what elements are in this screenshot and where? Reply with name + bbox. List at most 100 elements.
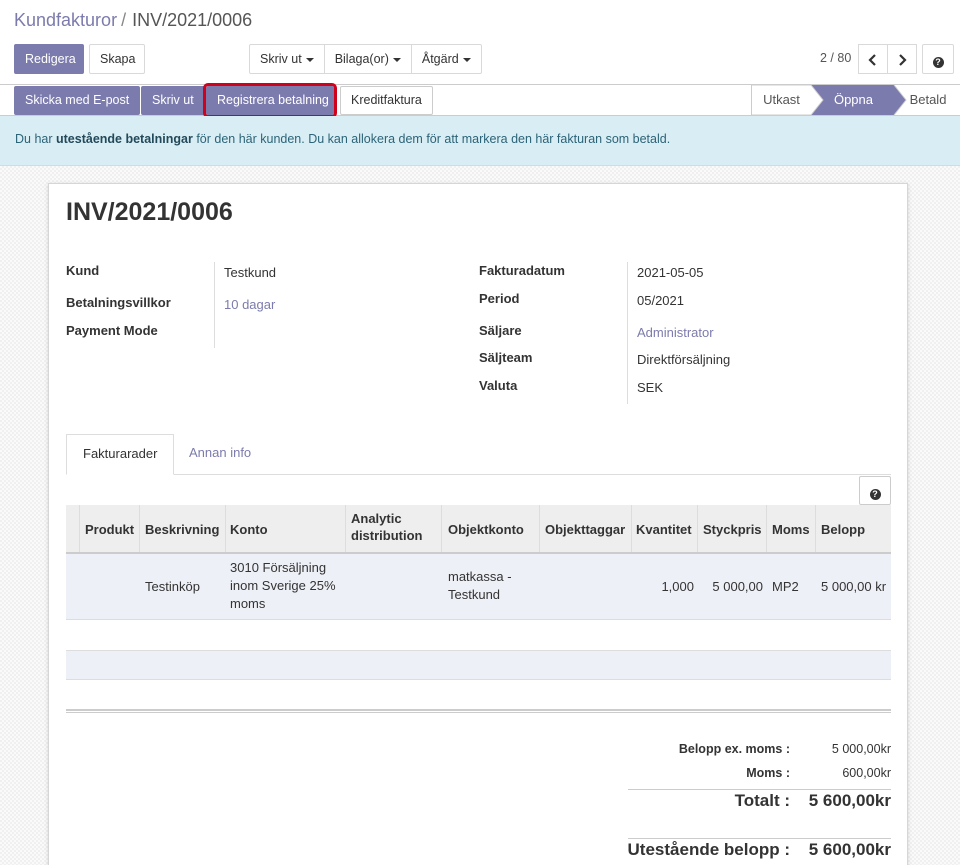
- totals-divider: [628, 838, 891, 839]
- column-separator: [441, 505, 442, 552]
- column-tax[interactable]: Moms: [772, 521, 810, 538]
- attachments-menu-button[interactable]: Bilaga(or): [323, 44, 412, 74]
- question-icon: ?: [869, 489, 881, 500]
- column-separator: [631, 505, 632, 552]
- column-separator: [815, 505, 816, 552]
- salesperson-value[interactable]: Administrator: [637, 325, 714, 340]
- lines-table-header: Produkt Beskrivning Konto Analytic distr…: [66, 505, 891, 554]
- column-amount[interactable]: Belopp: [821, 521, 865, 538]
- period-label: Period: [479, 291, 520, 306]
- edit-button[interactable]: Redigera: [14, 44, 84, 74]
- credit-note-button[interactable]: Kreditfaktura: [340, 86, 433, 115]
- pager-next-button[interactable]: [887, 44, 917, 74]
- column-quantity[interactable]: Kvantitet: [636, 521, 692, 538]
- customer-label: Kund: [66, 263, 100, 278]
- column-separator: [139, 505, 140, 552]
- breadcrumb-parent-link[interactable]: Kundfakturor: [14, 10, 117, 30]
- currency-value[interactable]: SEK: [637, 380, 663, 395]
- invoice-date-value[interactable]: 2021-05-05: [637, 265, 704, 280]
- column-unit-price[interactable]: Styckpris: [703, 521, 762, 538]
- total-value: 5 600,00kr: [808, 791, 891, 810]
- cell-tax: MP2: [772, 579, 799, 594]
- invoice-sheet: INV/2021/0006 Kund Testkund Betalningsvi…: [48, 183, 908, 865]
- caret-down-icon: [305, 57, 314, 62]
- table-empty-row: [66, 650, 891, 680]
- print-button[interactable]: Skriv ut: [141, 86, 205, 115]
- cell-quantity: 1,000: [661, 579, 694, 594]
- breadcrumb-current: INV/2021/0006: [132, 10, 253, 30]
- alert-bold: utestående betalningar: [56, 132, 193, 146]
- column-description[interactable]: Beskrivning: [145, 521, 219, 538]
- cell-unit-price: 5 000,00: [712, 579, 763, 594]
- payment-terms-label: Betalningsvillkor: [66, 295, 171, 310]
- tax-total-label: Moms :: [746, 766, 790, 780]
- amount-due-value: 5 600,00kr: [808, 840, 891, 859]
- table-help-button[interactable]: ?: [859, 476, 891, 505]
- totals-divider: [628, 789, 891, 790]
- column-separator: [345, 505, 346, 552]
- amount-due-label: Utestående belopp :: [627, 840, 790, 859]
- payment-terms-value[interactable]: 10 dagar: [224, 297, 275, 312]
- column-separator: [79, 505, 80, 552]
- table-footer: [66, 709, 891, 713]
- column-object-tags[interactable]: Objekttaggar: [545, 521, 625, 538]
- help-button[interactable]: ?: [922, 44, 954, 74]
- subtotal-label: Belopp ex. moms :: [678, 742, 790, 756]
- breadcrumb: Kundfakturor / INV/2021/0006: [14, 10, 252, 31]
- sales-team-label: Säljteam: [479, 350, 533, 365]
- tab-other-info[interactable]: Annan info: [173, 434, 267, 475]
- column-analytic-distribution[interactable]: Analytic distribution: [351, 510, 441, 544]
- alert-suffix: för den här kunden. Du kan allokera dem …: [192, 132, 671, 146]
- statusbar: Skicka med E-post Skriv ut Registrera be…: [0, 83, 960, 118]
- action-menu-label: Åtgärd: [421, 52, 459, 66]
- payment-mode-label: Payment Mode: [66, 323, 158, 338]
- print-menu-label: Skriv ut: [260, 52, 302, 66]
- column-product[interactable]: Produkt: [85, 521, 134, 538]
- print-menu-button[interactable]: Skriv ut: [249, 44, 325, 74]
- chevron-right-icon: [899, 54, 907, 67]
- breadcrumb-separator: /: [121, 10, 127, 30]
- register-payment-button[interactable]: Registrera betalning: [203, 83, 337, 118]
- invoice-title: INV/2021/0006: [66, 198, 233, 226]
- customer-value[interactable]: Testkund: [224, 265, 276, 280]
- attachments-menu-label: Bilaga(or): [334, 52, 389, 66]
- cell-account: 3010 Försäljning inom Sverige 25% moms: [230, 560, 336, 611]
- column-separator: [225, 505, 226, 552]
- invoice-date-label: Fakturadatum: [479, 263, 565, 278]
- cell-amount: 5 000,00 kr: [821, 579, 887, 594]
- column-account[interactable]: Konto: [230, 521, 268, 538]
- chevron-left-icon: [868, 54, 876, 67]
- field-separator: [627, 262, 628, 404]
- tax-total-value: 600,00kr: [842, 766, 891, 780]
- subtotal-value: 5 000,00kr: [831, 742, 891, 756]
- question-icon: ?: [932, 57, 944, 68]
- total-label: Totalt :: [734, 791, 790, 810]
- stage-open[interactable]: Öppna: [811, 85, 896, 115]
- tab-invoice-lines[interactable]: Fakturarader: [66, 434, 175, 475]
- stage-paid[interactable]: Betald: [896, 85, 960, 115]
- caret-down-icon: [392, 57, 401, 62]
- cell-description: Testinköp: [145, 579, 200, 594]
- control-panel: Kundfakturor / INV/2021/0006 Redigera Skap…: [0, 0, 960, 84]
- column-object-account[interactable]: Objektkonto: [448, 521, 524, 538]
- action-menu-button[interactable]: Åtgärd: [410, 44, 482, 74]
- table-row[interactable]: Testinköp 3010 Försäljning inom Sverige …: [66, 554, 891, 620]
- salesperson-label: Säljare: [479, 323, 522, 338]
- outstanding-payments-alert: Du har utestående betalningar för den hä…: [0, 116, 960, 166]
- column-separator: [539, 505, 540, 552]
- column-separator: [697, 505, 698, 552]
- sales-team-value[interactable]: Direktförsäljning: [637, 352, 730, 367]
- column-separator: [766, 505, 767, 552]
- field-separator: [214, 262, 215, 348]
- pager-value[interactable]: 2 / 80: [820, 51, 851, 65]
- stage-draft[interactable]: Utkast: [751, 85, 811, 115]
- period-value[interactable]: 05/2021: [637, 293, 684, 308]
- currency-label: Valuta: [479, 378, 518, 393]
- action-menus: Skriv ut Bilaga(or) Åtgärd: [249, 44, 482, 74]
- alert-prefix: Du har: [15, 132, 56, 146]
- create-button[interactable]: Skapa: [89, 44, 145, 74]
- send-email-button[interactable]: Skicka med E-post: [14, 86, 141, 115]
- cell-object-account: matkassa - Testkund: [448, 569, 512, 602]
- pager-previous-button[interactable]: [858, 44, 888, 74]
- caret-down-icon: [462, 57, 471, 62]
